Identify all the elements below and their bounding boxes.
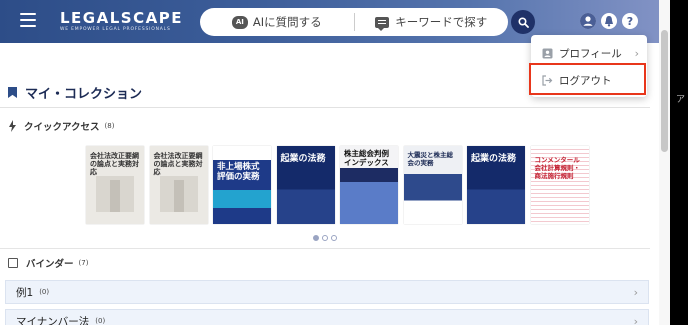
logout-icon: [542, 74, 553, 86]
binder-count: (7): [78, 259, 89, 267]
book-title: 大震災と株主総会の実務: [407, 151, 454, 167]
book-cover[interactable]: 非上場株式評価の実務: [213, 146, 271, 224]
binder-row-label: マイナンバー法: [16, 315, 90, 325]
lightning-icon: [9, 120, 16, 132]
menu-icon[interactable]: [20, 13, 36, 29]
carousel-dot[interactable]: [313, 235, 319, 241]
profile-label: プロフィール: [559, 47, 622, 60]
chat-icon: [375, 16, 390, 31]
help-glyph: ?: [626, 14, 634, 28]
binder-row-count: (0): [95, 317, 106, 325]
logo-wordmark: LEGALSCAPE: [60, 9, 183, 27]
page-title-text: マイ・コレクション: [25, 87, 143, 102]
bell-glyph: [601, 13, 617, 29]
book-title: 起業の法務: [280, 154, 326, 164]
logout-label: ログアウト: [559, 74, 612, 87]
cover-graphic: [96, 176, 134, 212]
binder-row[interactable]: マイナンバー法 (0) ›: [5, 309, 649, 325]
binder-row[interactable]: 例1 (0) ›: [5, 280, 649, 304]
logout-menu-item[interactable]: ログアウト: [531, 66, 647, 94]
scrollbar-thumb[interactable]: [661, 30, 668, 152]
quick-access-count: (8): [104, 122, 115, 130]
chevron-right-icon: ›: [633, 286, 638, 299]
binder-icon: [8, 258, 18, 268]
book-title: 株主総会判例インデックス: [344, 149, 389, 167]
quick-access-heading: クイックアクセス (8): [8, 119, 114, 133]
book-cover[interactable]: 会社法改正要綱の論点と実務対応: [86, 146, 144, 224]
book-cover[interactable]: 起業の法務: [467, 146, 525, 224]
account-glyph: [580, 13, 596, 29]
chevron-right-icon: ›: [633, 315, 638, 325]
book-cover[interactable]: 起業の法務: [276, 146, 335, 224]
profile-icon: [542, 48, 553, 58]
book-carousel: 会社法改正要綱の論点と実務対応 会社法改正要綱の論点と実務対応 非上場株式評価の…: [86, 146, 594, 224]
keyword-search-button[interactable]: キーワードで探す: [355, 8, 509, 36]
book-cover[interactable]: コンメンタール会社計算規則・商法施行規則: [530, 146, 589, 224]
profile-menu-item[interactable]: プロフィール ›: [531, 39, 647, 67]
ai-question-label: AIに質問する: [252, 15, 322, 29]
book-title: 非上場株式評価の実務: [217, 162, 260, 182]
divider: [0, 107, 650, 108]
divider: [0, 248, 650, 249]
search-icon: [517, 16, 529, 28]
carousel-dot[interactable]: [331, 235, 337, 241]
account-icon[interactable]: [580, 13, 596, 29]
book-cover[interactable]: 株主総会判例インデックス: [340, 146, 398, 224]
chevron-right-icon: ›: [634, 46, 639, 60]
logo-tagline: WE EMPOWER LEGAL PROFESSIONALS: [60, 27, 171, 32]
book-cover[interactable]: 大震災と株主総会の実務: [403, 146, 462, 224]
page-title: マイ・コレクション: [8, 83, 142, 102]
cover-graphic: [159, 176, 198, 212]
bookmark-icon: [8, 87, 17, 98]
binder-label: バインダー: [26, 259, 74, 270]
book-cover[interactable]: 会社法改正要綱の論点と実務対応: [149, 146, 208, 224]
app-window: LEGALSCAPE WE EMPOWER LEGAL PROFESSIONAL…: [0, 0, 670, 325]
book-title: 起業の法務: [471, 154, 517, 164]
account-dropdown-menu: プロフィール › ログアウト: [531, 35, 647, 97]
help-icon[interactable]: ?: [622, 13, 638, 29]
search-button[interactable]: [511, 10, 535, 34]
ai-badge-icon: AI: [231, 15, 248, 29]
quick-access-label: クイックアクセス: [24, 122, 100, 133]
carousel-pagination: [313, 235, 340, 241]
scrollbar[interactable]: [659, 0, 670, 325]
ai-question-button[interactable]: AI AIに質問する: [200, 8, 354, 36]
keyword-search-label: キーワードで探す: [395, 15, 488, 29]
binder-row-label: 例1: [16, 286, 34, 299]
binder-row-count: (0): [39, 288, 50, 296]
notification-icon[interactable]: [601, 13, 617, 29]
legalscape-logo[interactable]: LEGALSCAPE WE EMPOWER LEGAL PROFESSIONAL…: [60, 10, 183, 32]
book-title: 会社法改正要綱の論点と実務対応: [90, 152, 139, 176]
background-window-edge: ア: [676, 95, 686, 105]
binder-heading: バインダー (7): [8, 256, 88, 270]
book-title: コンメンタール会社計算規則・商法施行規則: [534, 156, 581, 180]
carousel-dot[interactable]: [322, 235, 328, 241]
book-title: 会社法改正要綱の論点と実務対応: [153, 152, 203, 176]
search-pill: AI AIに質問する キーワードで探す: [200, 8, 508, 36]
